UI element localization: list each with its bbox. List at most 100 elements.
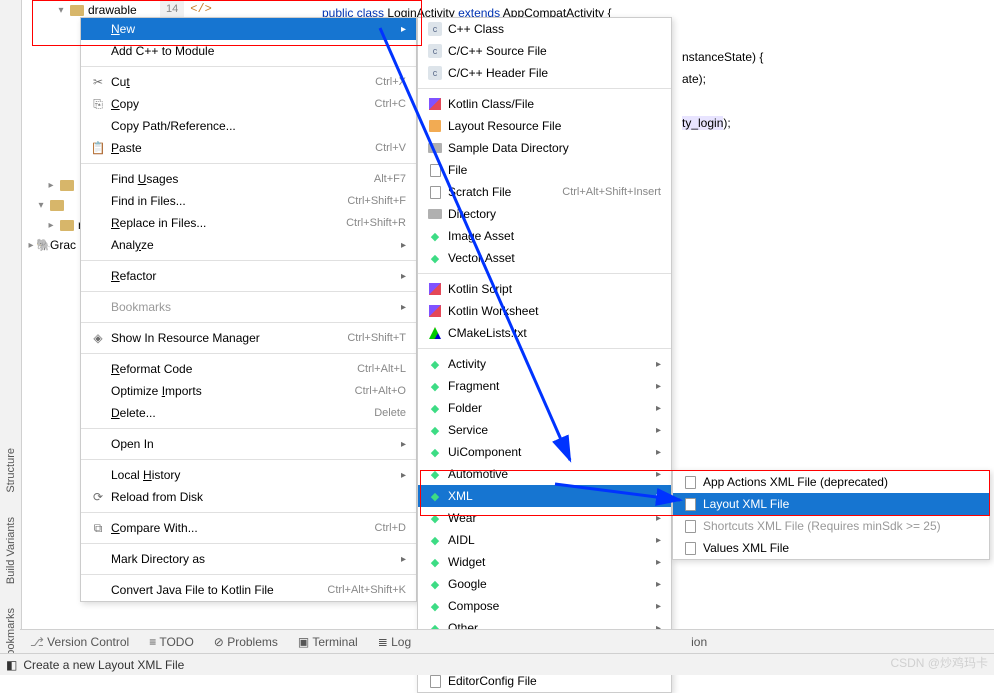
menu-item-label: Copy Path/Reference... [107, 119, 406, 133]
chevron-right-icon: ▸ [656, 513, 661, 524]
shortcut-text: Delete [374, 407, 406, 419]
android-icon: ◆ [426, 358, 444, 371]
chevron-right-icon: ▸ [656, 579, 661, 590]
menu-item-label: Values XML File [699, 541, 979, 555]
folder-icon [426, 143, 444, 153]
shortcut-text: Ctrl+V [375, 142, 406, 154]
menu-item-reformat-code[interactable]: Reformat CodeCtrl+Alt+L [81, 358, 416, 380]
menu-item-automotive[interactable]: ◆Automotive▸ [418, 463, 671, 485]
menu-item-scratch-file[interactable]: Scratch FileCtrl+Alt+Shift+Insert [418, 181, 671, 203]
menu-item-label: Kotlin Script [444, 282, 661, 296]
folder-icon [60, 220, 74, 231]
menu-item-label: Layout XML File [699, 497, 979, 511]
menu-item-bookmarks: Bookmarks▸ [81, 296, 416, 318]
status-text: Create a new Layout XML File [23, 658, 184, 672]
tab-terminal[interactable]: ▣ Terminal [298, 635, 358, 649]
menu-item-aidl[interactable]: ◆AIDL▸ [418, 529, 671, 551]
menu-item-widget[interactable]: ◆Widget▸ [418, 551, 671, 573]
menu-item-uicomponent[interactable]: ◆UiComponent▸ [418, 441, 671, 463]
menu-item-label: CMakeLists.txt [444, 326, 661, 340]
menu-item-wear[interactable]: ◆Wear▸ [418, 507, 671, 529]
menu-item-compare-with[interactable]: ⧉Compare With...Ctrl+D [81, 517, 416, 539]
menu-item-open-in[interactable]: Open In▸ [81, 433, 416, 455]
menu-item-c-c-header-file[interactable]: cC/C++ Header File [418, 62, 671, 84]
shortcut-text: Ctrl+Alt+Shift+K [327, 584, 406, 596]
menu-item-c-c-source-file[interactable]: cC/C++ Source File [418, 40, 671, 62]
menu-item-label: Service [444, 423, 656, 437]
menu-item-label: UiComponent [444, 445, 656, 459]
menu-item-refactor[interactable]: Refactor▸ [81, 265, 416, 287]
folder-icon [426, 209, 444, 219]
menu-item-label: Automotive [444, 467, 656, 481]
chevron-right-icon: ▸ [656, 535, 661, 546]
menu-item-find-in-files[interactable]: Find in Files...Ctrl+Shift+F [81, 190, 416, 212]
menu-item-paste[interactable]: 📋PasteCtrl+V [81, 137, 416, 159]
tab-log[interactable]: ≣ Log [378, 635, 411, 649]
menu-item-label: Local History [107, 468, 401, 482]
menu-item-folder[interactable]: ◆Folder▸ [418, 397, 671, 419]
menu-item-convert-java-file-to-kotlin-file[interactable]: Convert Java File to Kotlin FileCtrl+Alt… [81, 579, 416, 601]
menu-item-reload-from-disk[interactable]: ⟳Reload from Disk [81, 486, 416, 508]
chevron-down-icon: ▾ [36, 200, 46, 211]
menu-item-service[interactable]: ◆Service▸ [418, 419, 671, 441]
menu-item-replace-in-files[interactable]: Replace in Files...Ctrl+Shift+R [81, 212, 416, 234]
tab-problems[interactable]: ⊘ Problems [214, 635, 278, 649]
shortcut-text: Ctrl+X [375, 76, 406, 88]
menu-item-label: Kotlin Class/File [444, 97, 661, 111]
menu-item-local-history[interactable]: Local History▸ [81, 464, 416, 486]
menu-item-kotlin-class-file[interactable]: Kotlin Class/File [418, 93, 671, 115]
menu-item-label: App Actions XML File (deprecated) [699, 475, 979, 489]
menu-item-label: Google [444, 577, 656, 591]
menu-item-cut[interactable]: ✂CutCtrl+X [81, 71, 416, 93]
menu-item-add-c-to-module[interactable]: Add C++ to Module [81, 40, 416, 62]
menu-item-label: AIDL [444, 533, 656, 547]
menu-item-compose[interactable]: ◆Compose▸ [418, 595, 671, 617]
android-icon: ◆ [426, 380, 444, 393]
shortcut-text: Ctrl+Alt+L [357, 363, 406, 375]
menu-item-label: Image Asset [444, 229, 661, 243]
menu-item-c-class[interactable]: cC++ Class [418, 18, 671, 40]
chevron-right-icon: ▸ [401, 302, 406, 313]
menu-item-label: EditorConfig File [444, 674, 661, 688]
new-submenu: cC++ ClasscC/C++ Source FilecC/C++ Heade… [417, 17, 672, 693]
android-icon: ◆ [426, 402, 444, 415]
menu-item-app-actions-xml-file-deprecated[interactable]: App Actions XML File (deprecated) [673, 471, 989, 493]
menu-item-cmakelists-txt[interactable]: CMakeLists.txt [418, 322, 671, 344]
tab-build-variants[interactable]: Build Variants [2, 505, 20, 596]
tab-version-control[interactable]: ⎇ Version Control [30, 635, 129, 649]
menu-item-analyze[interactable]: Analyze▸ [81, 234, 416, 256]
menu-item-label: Show In Resource Manager [107, 331, 347, 345]
menu-item-fragment[interactable]: ◆Fragment▸ [418, 375, 671, 397]
menu-item-copy-path-reference[interactable]: Copy Path/Reference... [81, 115, 416, 137]
chevron-right-icon: ▸ [656, 403, 661, 414]
android-icon: ◆ [426, 252, 444, 265]
tab-structure[interactable]: Structure [2, 436, 20, 505]
menu-item-image-asset[interactable]: ◆Image Asset [418, 225, 671, 247]
⧉-icon: ⧉ [89, 521, 107, 536]
menu-item-sample-data-directory[interactable]: Sample Data Directory [418, 137, 671, 159]
menu-item-delete[interactable]: Delete...Delete [81, 402, 416, 424]
android-icon: ◆ [426, 468, 444, 481]
menu-item-copy[interactable]: ⎘CopyCtrl+C [81, 93, 416, 115]
menu-item-activity[interactable]: ◆Activity▸ [418, 353, 671, 375]
menu-item-vector-asset[interactable]: ◆Vector Asset [418, 247, 671, 269]
menu-item-kotlin-worksheet[interactable]: Kotlin Worksheet [418, 300, 671, 322]
menu-item-directory[interactable]: Directory [418, 203, 671, 225]
menu-item-label: Compare With... [107, 521, 375, 535]
menu-item-xml[interactable]: ◆XML▸ [418, 485, 671, 507]
menu-item-show-in-resource-manager[interactable]: ◈Show In Resource ManagerCtrl+Shift+T [81, 327, 416, 349]
menu-item-values-xml-file[interactable]: Values XML File [673, 537, 989, 559]
menu-item-file[interactable]: File [418, 159, 671, 181]
menu-item-google[interactable]: ◆Google▸ [418, 573, 671, 595]
menu-item-optimize-imports[interactable]: Optimize ImportsCtrl+Alt+O [81, 380, 416, 402]
menu-item-find-usages[interactable]: Find UsagesAlt+F7 [81, 168, 416, 190]
menu-item-kotlin-script[interactable]: Kotlin Script [418, 278, 671, 300]
shortcut-text: Ctrl+Shift+R [346, 217, 406, 229]
menu-item-mark-directory-as[interactable]: Mark Directory as▸ [81, 548, 416, 570]
menu-item-layout-xml-file[interactable]: Layout XML File [673, 493, 989, 515]
menu-item-new[interactable]: New▸ [81, 18, 416, 40]
tab-todo[interactable]: ≡ TODO [149, 635, 194, 649]
menu-item-label: Fragment [444, 379, 656, 393]
menu-item-label: Activity [444, 357, 656, 371]
menu-item-layout-resource-file[interactable]: Layout Resource File [418, 115, 671, 137]
